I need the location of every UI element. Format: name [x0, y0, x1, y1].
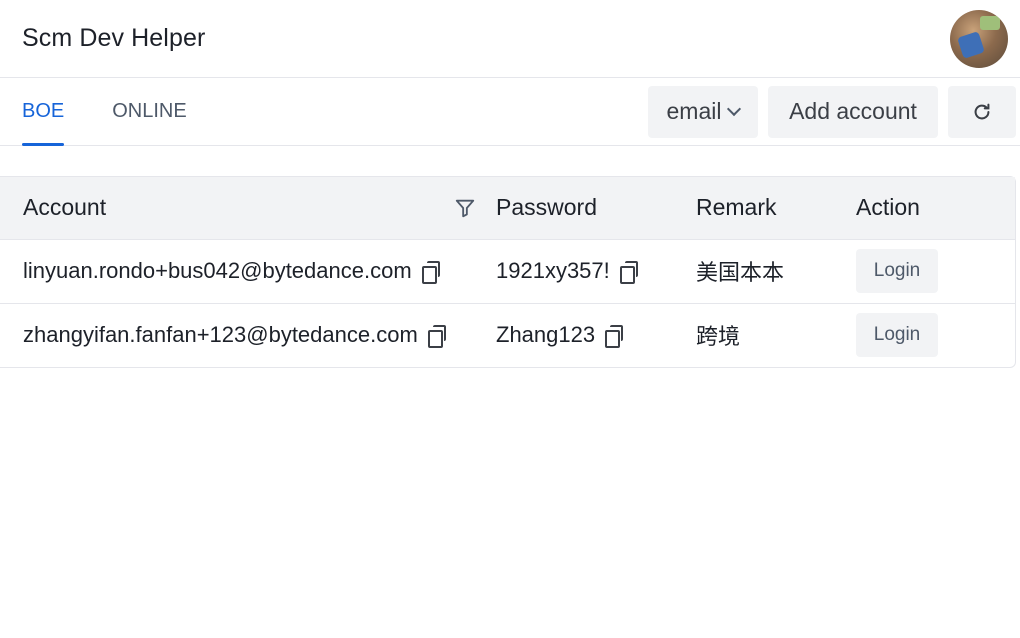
action-cell: Login [856, 302, 1015, 367]
app-title: Scm Dev Helper [22, 24, 206, 52]
column-header-remark: Remark [696, 177, 856, 239]
add-account-button[interactable]: Add account [768, 85, 938, 138]
copy-icon[interactable] [421, 261, 440, 284]
column-header-account: Account [0, 177, 496, 239]
email-select[interactable]: email [648, 85, 758, 138]
login-button[interactable]: Login [856, 313, 938, 358]
account-value: zhangyifan.fanfan+123@bytedance.com [23, 322, 418, 348]
column-header-action: Action [856, 177, 1015, 239]
tab-boe[interactable]: BOE [22, 78, 65, 146]
accounts-table: Account Password Remark Action linyuan.r… [0, 176, 1016, 368]
chevron-down-icon [727, 101, 742, 116]
table-row: linyuan.rondo+bus042@bytedance.com 1921x… [0, 238, 1015, 303]
refresh-icon [974, 103, 990, 119]
table-header-row: Account Password Remark Action [0, 177, 1015, 239]
table-row: zhangyifan.fanfan+123@bytedance.com Zhan… [0, 302, 1015, 367]
password-cell: 1921xy357! [496, 238, 696, 303]
account-cell: zhangyifan.fanfan+123@bytedance.com [0, 302, 496, 367]
copy-icon[interactable] [427, 325, 446, 349]
filter-icon[interactable] [454, 197, 476, 219]
email-select-value: email [666, 98, 722, 124]
tab-online[interactable]: ONLINE [112, 78, 186, 145]
account-value: linyuan.rondo+bus042@bytedance.com [23, 258, 412, 283]
account-cell: linyuan.rondo+bus042@bytedance.com [0, 238, 496, 303]
action-cell: Login [856, 238, 1015, 303]
column-label-account: Account [23, 194, 107, 221]
login-button[interactable]: Login [856, 249, 938, 293]
copy-icon[interactable] [605, 325, 624, 349]
env-tabs: BOE ONLINE [22, 78, 235, 146]
toolbar: BOE ONLINE email Add account [0, 78, 1020, 146]
toolbar-actions: email Add account [648, 85, 1016, 138]
user-avatar[interactable] [950, 9, 1008, 68]
password-value: 1921xy357! [496, 258, 610, 283]
copy-icon[interactable] [619, 261, 638, 284]
password-cell: Zhang123 [496, 302, 696, 367]
app-header: Scm Dev Helper [0, 0, 1020, 78]
column-header-password: Password [496, 177, 696, 239]
remark-cell: 跨境 [696, 302, 856, 367]
password-value: Zhang123 [496, 322, 596, 348]
refresh-button[interactable] [948, 85, 1016, 138]
remark-cell: 美国本本 [696, 238, 856, 303]
